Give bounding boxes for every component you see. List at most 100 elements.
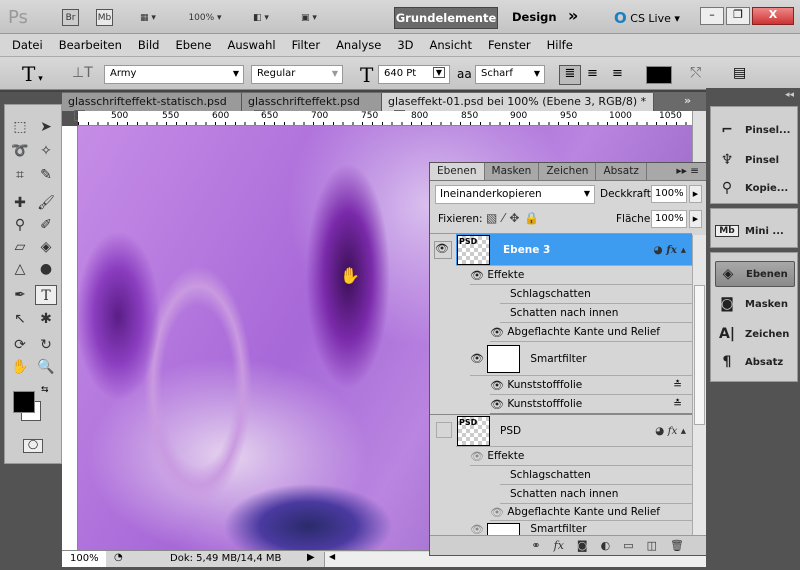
healing-brush-icon[interactable]: ✚: [9, 193, 31, 213]
bridge-button[interactable]: Br: [62, 9, 79, 26]
add-mask-icon[interactable]: ◙: [577, 539, 588, 552]
cs-live-button[interactable]: O CS Live ▾: [614, 9, 680, 27]
eraser-icon[interactable]: ▱: [9, 237, 31, 257]
foreground-color-swatch[interactable]: [13, 391, 35, 413]
layers-scrollbar[interactable]: [692, 235, 706, 537]
delete-layer-icon[interactable]: 🗑: [670, 539, 684, 552]
brush-tool-icon[interactable]: 🖌: [35, 193, 57, 213]
clone-stamp-icon[interactable]: ⚲: [9, 215, 31, 235]
eye-icon[interactable]: 👁: [490, 326, 504, 339]
new-group-icon[interactable]: ▭: [623, 539, 633, 552]
blend-mode-select[interactable]: Ineinanderkopieren ▼: [435, 185, 595, 204]
type-tool-icon[interactable]: T: [35, 285, 57, 305]
align-left-button[interactable]: ≣: [559, 65, 581, 85]
menu-fenster[interactable]: Fenster: [488, 38, 531, 52]
layer-ebene-3[interactable]: PSD Ebene 3 ◕ fx ▴: [456, 234, 692, 266]
eye-icon[interactable]: 👁: [470, 450, 484, 463]
layer-psd[interactable]: PSD PSD ◕ fx ▴: [456, 415, 692, 447]
lasso-tool-icon[interactable]: ➰: [9, 141, 31, 161]
effect-schlagschatten[interactable]: Schlagschatten: [500, 466, 692, 485]
eye-icon[interactable]: 👁: [490, 379, 504, 392]
status-menu-arrow-icon[interactable]: ▶: [307, 552, 315, 563]
effects-row[interactable]: 👁 Effekte: [470, 266, 692, 285]
menu-bearbeiten[interactable]: Bearbeiten: [59, 38, 122, 52]
path-selection-icon[interactable]: ↖: [9, 309, 31, 329]
font-family-select[interactable]: Army ▼: [104, 65, 244, 84]
more-workspaces-button[interactable]: »: [568, 6, 578, 25]
scrollbar-thumb[interactable]: [694, 285, 705, 425]
dock-absatz[interactable]: ¶ Absatz: [715, 349, 795, 375]
eye-icon[interactable]: 👁: [490, 506, 504, 519]
custom-shape-icon[interactable]: ✱: [35, 309, 57, 329]
filter-blending-options-icon[interactable]: ≛: [673, 379, 682, 391]
effect-schatten-nach-innen[interactable]: Schatten nach innen: [500, 304, 692, 323]
marquee-tool-icon[interactable]: ⬚: [9, 117, 31, 137]
filter-kunststofffolie[interactable]: 👁 Kunststofffolie ≛: [490, 395, 692, 414]
visibility-eye-icon[interactable]: 👁: [434, 241, 452, 259]
collapse-dock-icon[interactable]: ◂◂: [785, 90, 794, 100]
effect-schlagschatten[interactable]: Schlagschatten: [500, 285, 692, 304]
menu-3d[interactable]: 3D: [397, 38, 413, 52]
add-layer-style-icon[interactable]: fx: [554, 539, 564, 552]
fx-icon[interactable]: ◕ fx ▴: [653, 244, 686, 256]
swap-colors-icon[interactable]: ⇆: [41, 385, 49, 395]
dock-ebenen[interactable]: ◈ Ebenen: [715, 261, 795, 287]
history-brush-icon[interactable]: ✐: [35, 215, 57, 235]
hand-tool-icon[interactable]: ✋: [9, 357, 31, 377]
opacity-input[interactable]: 100%: [651, 185, 687, 203]
filter-kunststofffolie[interactable]: 👁 Kunststofffolie ≛: [490, 376, 692, 395]
extras-icon[interactable]: ▦ ▾: [132, 9, 164, 26]
more-tabs-icon[interactable]: »: [684, 94, 691, 107]
text-orientation-icon[interactable]: ⊥T: [72, 65, 93, 81]
workspace-design-button[interactable]: Design: [512, 10, 557, 24]
fx-icon[interactable]: ◕ fx ▴: [655, 425, 686, 437]
menu-hilfe[interactable]: Hilfe: [547, 38, 573, 52]
zoom-field[interactable]: 100%: [62, 551, 106, 567]
effect-schatten-nach-innen[interactable]: Schatten nach innen: [500, 485, 692, 504]
status-info-icon[interactable]: ◔: [114, 552, 123, 563]
font-style-select[interactable]: Regular ▼: [251, 65, 343, 84]
screen-mode-icon[interactable]: ▣ ▾: [292, 9, 326, 26]
dodge-tool-icon[interactable]: ●: [35, 259, 57, 279]
move-tool-icon[interactable]: ➤: [35, 117, 57, 137]
3d-rotate-icon[interactable]: ⟳: [9, 335, 31, 355]
menu-datei[interactable]: Datei: [12, 38, 43, 52]
text-color-swatch[interactable]: [646, 66, 672, 84]
menu-ebene[interactable]: Ebene: [175, 38, 211, 52]
workspace-grundelemente-button[interactable]: Grundelemente: [394, 7, 498, 29]
tab-masken[interactable]: Masken: [485, 163, 540, 180]
tab-ebenen[interactable]: Ebenen: [430, 163, 485, 180]
lock-transparency-icon[interactable]: ▧: [486, 211, 502, 225]
3d-orbit-icon[interactable]: ↻: [35, 335, 57, 355]
eye-icon[interactable]: 👁: [470, 352, 484, 365]
dock-kopierquelle[interactable]: ⚲ Kopie...: [715, 175, 795, 201]
panel-menu-icon[interactable]: ▸▸ ≡: [669, 163, 706, 180]
paint-bucket-icon[interactable]: ◈: [35, 237, 57, 257]
visibility-toggle-empty[interactable]: [436, 422, 452, 438]
tab-glaseffekt-01[interactable]: glaseffekt-01.psd bei 100% (Ebene 3, RGB…: [382, 93, 654, 121]
align-center-button[interactable]: ≡: [587, 66, 598, 81]
character-panel-toggle-icon[interactable]: ▤: [733, 65, 746, 81]
opacity-slider-button[interactable]: ▶: [689, 185, 702, 203]
close-button[interactable]: X: [752, 7, 794, 25]
pen-tool-icon[interactable]: ✒: [9, 285, 31, 305]
fill-slider-button[interactable]: ▶: [689, 210, 702, 228]
maximize-button[interactable]: ❐: [726, 7, 750, 25]
effects-row[interactable]: 👁 Effekte: [470, 447, 692, 466]
eye-icon[interactable]: 👁: [490, 398, 504, 411]
quick-mask-icon[interactable]: ◯: [23, 439, 43, 453]
lock-icons[interactable]: ▧⁄✥🔒: [486, 211, 544, 225]
menu-auswahl[interactable]: Auswahl: [227, 38, 275, 52]
filter-blending-options-icon[interactable]: ≛: [673, 398, 682, 410]
menu-ansicht[interactable]: Ansicht: [430, 38, 472, 52]
dock-masken[interactable]: ◙ Masken: [715, 291, 795, 317]
arrange-documents-icon[interactable]: ◧ ▾: [244, 9, 278, 26]
eyedropper-icon[interactable]: ✎: [35, 165, 57, 185]
lock-position-icon[interactable]: ✥: [509, 211, 524, 225]
warp-text-icon[interactable]: ⤲: [690, 65, 701, 81]
crop-tool-icon[interactable]: ⌗: [9, 165, 31, 185]
smart-filter-row[interactable]: 👁 Smartfilter: [470, 342, 692, 376]
menu-filter[interactable]: Filter: [292, 38, 320, 52]
menu-bild[interactable]: Bild: [138, 38, 160, 52]
tab-glasschrifteffekt-statisch[interactable]: glasschrifteffekt-statisch.psd×: [62, 93, 242, 121]
